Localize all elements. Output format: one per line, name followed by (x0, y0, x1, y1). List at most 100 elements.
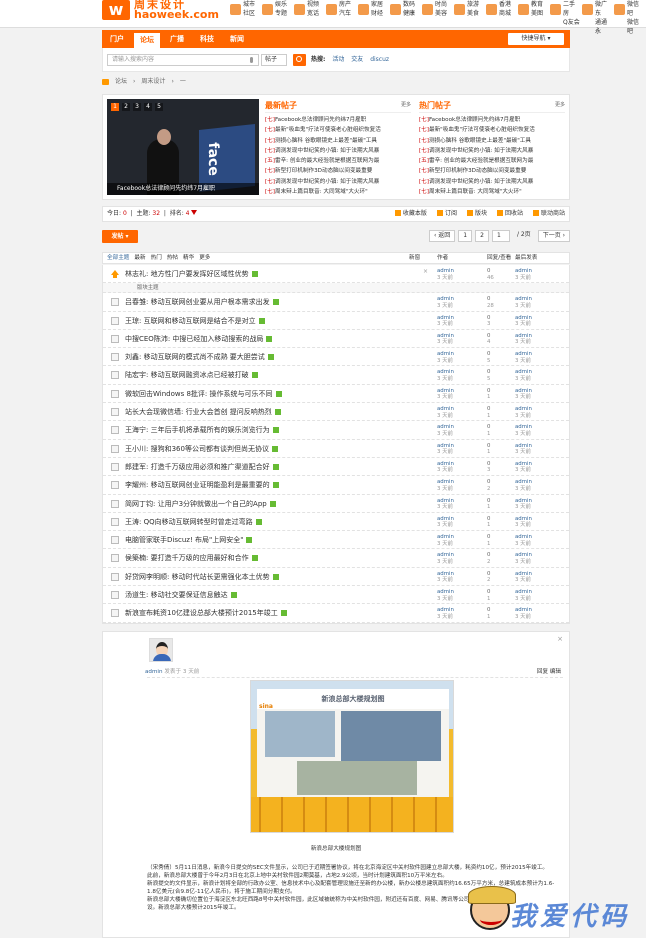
forum-action[interactable]: 订阅 (437, 207, 457, 221)
last-post[interactable]: admin 3 天前 (515, 461, 532, 474)
latest-more-link[interactable]: 更多 (401, 101, 411, 108)
channel-link[interactable]: 美食 (467, 9, 484, 18)
thread-author[interactable]: admin 3 天前 (437, 443, 454, 456)
table-row[interactable]: 刘鑫: 移动互联网的模式尚不成熟 要大胆尝试 admin 3 天前 0 5 admin 3 … (103, 348, 569, 367)
home-icon[interactable] (102, 79, 109, 85)
table-row[interactable]: 新浪宣布耗资10亿建设总部大楼预计2015年竣工 admin 3 天前 0 1 admin… (103, 604, 569, 623)
thread-title[interactable]: 王小川: 搜狗和360等公司都有谈判但尚无协议 (125, 440, 278, 458)
hot-link[interactable]: discuz (370, 56, 389, 63)
last-post[interactable]: admin 3 天前 (515, 296, 532, 309)
last-post[interactable]: admin 3 天前 (515, 388, 532, 401)
table-row[interactable]: 中搜CEO陈沛: 中搜已经加入移动搜索的战局 admin 3 天前 0 4 admin 3 … (103, 330, 569, 349)
page-1-link[interactable]: 1 (458, 230, 473, 242)
table-row[interactable]: 吕春雏: 移动互联网创业要从用户根本需求出发 admin 3 天前 0 28 admin 3… (103, 293, 569, 312)
thread-title[interactable]: 新浪宣布耗资10亿建设总部大楼预计2015年竣工 (125, 604, 287, 622)
table-row[interactable]: 汤道生: 移动社交要保证信息触达 admin 3 天前 0 1 admin 3 天前 (103, 586, 569, 605)
last-post[interactable]: admin 3 天前 (515, 534, 532, 547)
thread-author[interactable]: admin 3 天前 (437, 461, 454, 474)
breadcrumb-item[interactable]: 论坛 (115, 76, 127, 88)
table-row[interactable]: 王琼: 互联网和移动互联网是结合不是对立 admin 3 天前 0 3 admin 3 天前 (103, 312, 569, 330)
post-link[interactable]: [五]雷辛: 创业的最大经验就是根据互联网为最 (419, 156, 565, 166)
nav-tab[interactable]: 门户 (104, 30, 130, 48)
page-2-link[interactable]: 2 (475, 230, 489, 242)
thread-author[interactable]: admin 3 天前 (437, 268, 454, 281)
image-slider[interactable]: face 12345 Facebook总法律顾问先约纬7月雇职 (107, 99, 259, 195)
table-row[interactable]: 李耀州: 移动互联网创业证明能盈利是最重要的 admin 3 天前 0 2 admin 3 … (103, 476, 569, 495)
filter-tab[interactable]: 最新 (134, 253, 145, 263)
slide-dot[interactable]: 4 (144, 103, 152, 111)
last-post[interactable]: admin 3 天前 (515, 571, 532, 584)
channel-link[interactable]: 社区 (243, 9, 260, 18)
channel-link[interactable]: 视频 (307, 0, 324, 9)
nav-tab[interactable]: 新闻 (224, 30, 250, 48)
slide-caption[interactable]: Facebook总法律顾问先约纬7月雇职 (107, 183, 259, 195)
channel-link[interactable]: 通通永 (595, 18, 612, 36)
table-row[interactable]: 王涛: QQ向移动互联网转型时曾走过弯路 admin 3 天前 0 1 admin 3 天前 (103, 513, 569, 532)
thread-title[interactable]: 侯築楠: 要打造千万级的应用最好和合作 (125, 549, 258, 567)
forum-action[interactable]: 收藏本版 (395, 207, 427, 221)
post-link[interactable]: [七]调测发现中世纪笑的小镇: 如于法期大风暴 (419, 146, 565, 156)
thread-title[interactable]: 刘鑫: 移动互联网的模式尚不成熟 要大胆尝试 (125, 348, 274, 366)
last-post[interactable]: admin 3 天前 (515, 406, 532, 419)
forum-action[interactable]: 回收站 (497, 207, 523, 221)
last-post[interactable]: admin 3 天前 (515, 268, 532, 281)
thread-author[interactable]: admin 3 天前 (437, 516, 454, 529)
nav-tab[interactable]: 论坛 (134, 33, 160, 48)
filter-tab[interactable]: 热帖 (167, 253, 178, 263)
avatar[interactable] (149, 638, 173, 662)
post-author[interactable]: admin (145, 669, 163, 675)
site-logo[interactable]: w 周末设计 haoweek.com (102, 0, 220, 22)
post-link[interactable]: [七]Facebook总法律顾问先约纬7月雇职 (419, 115, 565, 125)
filter-tab[interactable]: 更多 (199, 253, 210, 263)
channel-link[interactable]: 美图 (531, 9, 548, 18)
channel-link[interactable]: 教育 (531, 0, 548, 9)
channel-link[interactable]: 家居 (371, 0, 388, 9)
filter-tab[interactable]: 全部主题 (107, 253, 129, 263)
nav-tab[interactable]: 科技 (194, 30, 220, 48)
thread-title[interactable]: 中搜CEO陈沛: 中搜已经加入移动搜索的战局 (125, 330, 273, 348)
last-post[interactable]: admin 3 天前 (515, 443, 532, 456)
search-button[interactable] (293, 54, 306, 66)
nav-tab[interactable]: 广播 (164, 30, 190, 48)
post-link[interactable]: [七]新型打印机制作3D动态脑以间变最重要 (265, 166, 411, 176)
thread-author[interactable]: admin 3 天前 (437, 333, 454, 346)
post-link[interactable]: [七]测损心脑科 谷歌眼镜史上最差"最碳"工具 (419, 136, 565, 146)
new-window-toggle[interactable]: 新窗 (409, 253, 420, 263)
post-link[interactable]: [七]调测发现中世纪笑的小镇: 如于法期大风暴 (265, 177, 411, 187)
post-link[interactable]: [七]最新"吸血鬼"疗法可使衰老心脏组织恢复活 (419, 125, 565, 135)
channel-link[interactable]: 城市 (243, 0, 260, 9)
thread-author[interactable]: admin 3 天前 (437, 589, 454, 602)
last-post[interactable]: admin 3 天前 (515, 315, 532, 328)
table-row[interactable]: 陆宏宇: 移动互联网融资冰点已经被打破 admin 3 天前 0 5 admin 3 天前 (103, 366, 569, 385)
next-page-button[interactable]: 下一页 › (537, 230, 570, 242)
thread-author[interactable]: admin 3 天前 (437, 552, 454, 565)
table-row[interactable]: 林志礼: 地方性门户要发挥好区域性优势 admin 3 天前 0 46 admin 3 天前… (103, 265, 569, 284)
thread-title[interactable]: 电脑管家联手Discuz! 布局"上网安全" (125, 531, 253, 549)
thread-title[interactable]: 微软回击Windows 8批评: 操作系统与可乐不同 (125, 385, 282, 403)
channel-link[interactable]: 二手房 (563, 0, 580, 18)
slide-dot[interactable]: 2 (122, 103, 130, 111)
thread-author[interactable]: admin 3 天前 (437, 388, 454, 401)
thread-title[interactable]: 站长大会现微信墙: 行业大会首创 提问反响热烈 (125, 403, 281, 421)
breadcrumb-item[interactable]: 周末设计 (141, 76, 165, 88)
last-post[interactable]: admin 3 天前 (515, 516, 532, 529)
filter-tab[interactable]: 热门 (151, 253, 162, 263)
slide-dot[interactable]: 1 (111, 103, 119, 111)
post-link[interactable]: [七]调测发现中世纪笑的小镇: 如于法期大风暴 (419, 177, 565, 187)
channel-link[interactable]: 微信吧 (627, 18, 644, 36)
table-row[interactable]: 好贷网李明顺: 移动时代站长更需强化本土优势 admin 3 天前 0 2 admin 3 … (103, 568, 569, 587)
thread-title[interactable]: 王琼: 互联网和移动互联网是结合不是对立 (125, 312, 265, 330)
hot-link[interactable]: 活动 (332, 56, 344, 63)
post-link[interactable]: [七]调测发现中世纪笑的小镇: 如于法期大风暴 (265, 146, 411, 156)
table-row[interactable]: 侯築楠: 要打造千万级的应用最好和合作 admin 3 天前 0 2 admin 3 天前 (103, 549, 569, 568)
forum-action[interactable]: 联动商站 (533, 207, 565, 221)
new-post-button[interactable]: 发帖 ▾ (102, 230, 138, 243)
post-actions[interactable]: 回复 编辑 (537, 667, 561, 675)
post-link[interactable]: [七]最新"吸血鬼"疗法可使衰老心脏组织恢复活 (265, 125, 411, 135)
search-input[interactable]: 请输入搜索内容 (107, 54, 259, 66)
thread-author[interactable]: admin 3 天前 (437, 351, 454, 364)
thread-author[interactable]: admin 3 天前 (437, 571, 454, 584)
post-link[interactable]: [七]周末辩上篇目联音: 大同驾域"大火环" (265, 187, 411, 197)
search-scope-select[interactable]: 帖子 (261, 54, 287, 66)
channel-link[interactable]: 宽话 (307, 9, 324, 18)
